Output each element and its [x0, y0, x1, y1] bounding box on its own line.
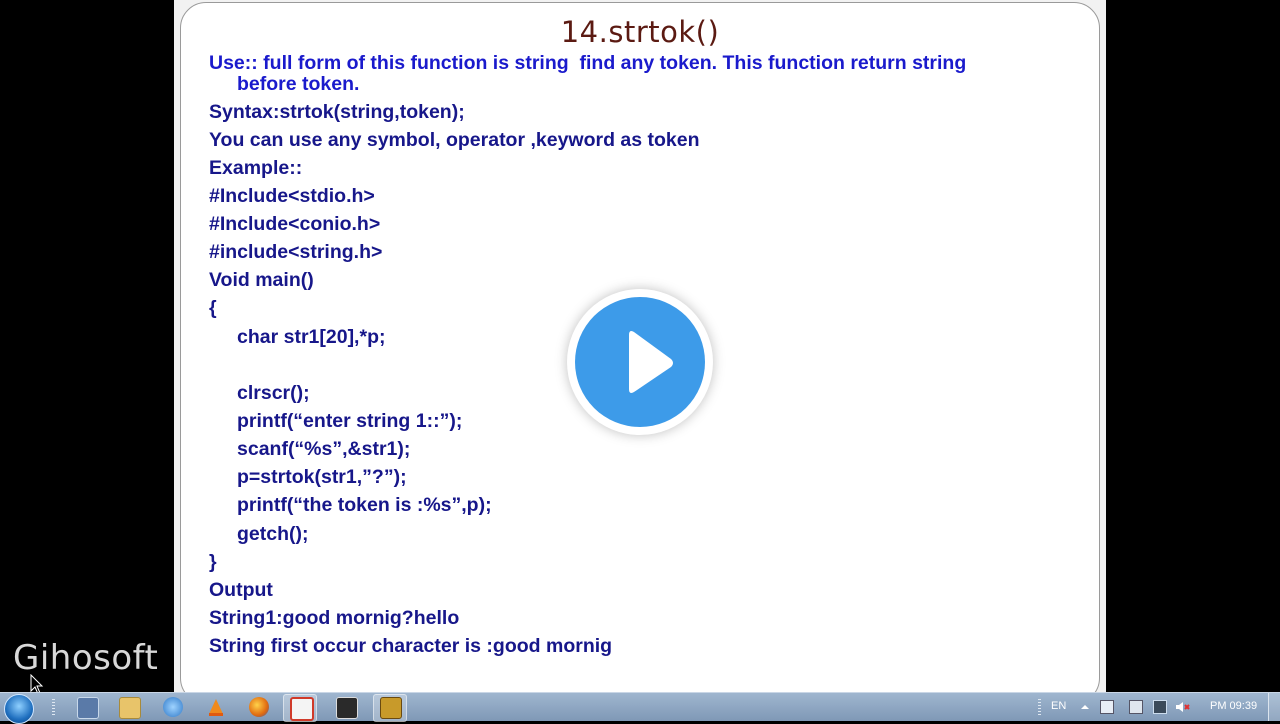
network-icon[interactable]	[1153, 700, 1167, 714]
slide-line: printf(“the token is :%s”,p);	[237, 494, 492, 516]
explorer-icon[interactable]	[119, 697, 141, 719]
slide-line: {	[209, 297, 217, 319]
slide-line: String1:good mornig?hello	[209, 607, 460, 629]
slide-line: scanf(“%s”,&str1);	[237, 438, 411, 460]
show-hidden-icons-icon[interactable]	[1080, 702, 1090, 712]
slide-line: Void main()	[209, 269, 314, 291]
volume-muted-icon[interactable]	[1174, 699, 1190, 715]
tray-app-icon[interactable]	[1129, 700, 1143, 714]
slide-line: String first occur character is :good mo…	[209, 635, 613, 657]
language-indicator[interactable]: EN	[1051, 700, 1066, 712]
slide-line: You can use any symbol, operator ,keywor…	[209, 129, 700, 151]
play-button[interactable]	[567, 289, 713, 435]
slide-title: 14.strtok()	[560, 15, 720, 49]
taskbar-grip[interactable]	[52, 699, 55, 715]
slide-line: char str1[20],*p;	[237, 326, 386, 348]
slide-line: #Include<conio.h>	[209, 213, 381, 235]
slide-line: #include<string.h>	[209, 241, 383, 263]
slide-line: Example::	[209, 157, 303, 179]
camtasia-icon[interactable]	[290, 697, 314, 721]
slide-line: p=strtok(str1,”?”);	[237, 466, 407, 488]
slide-line: Output	[209, 579, 273, 601]
taskbar: EN PM 09:39	[0, 692, 1280, 724]
desktop-icon[interactable]	[77, 697, 99, 719]
slide-line: Use:: full form of this function is stri…	[209, 52, 967, 74]
slide-line: clrscr();	[237, 382, 310, 404]
slide-line: before token.	[237, 73, 360, 95]
slide-line: getch();	[237, 523, 309, 545]
slide-line: printf(“enter string 1::”);	[237, 410, 463, 432]
slide-line: #Include<stdio.h>	[209, 185, 375, 207]
slide-line: }	[209, 551, 217, 573]
play-icon	[575, 297, 705, 427]
show-desktop-button[interactable]	[1268, 693, 1280, 721]
slide-line: Syntax:strtok(string,token);	[209, 101, 465, 123]
tray-app-icon[interactable]	[1100, 700, 1114, 714]
dosbox-icon[interactable]	[380, 697, 402, 719]
firefox-icon[interactable]	[249, 697, 269, 717]
ie-icon[interactable]	[163, 697, 183, 717]
tray-grip	[1038, 699, 1041, 715]
film-icon[interactable]	[336, 697, 358, 719]
watermark: Gihosoft	[13, 638, 159, 678]
vlc-icon[interactable]	[206, 697, 226, 717]
clock[interactable]: PM 09:39	[1210, 700, 1257, 712]
